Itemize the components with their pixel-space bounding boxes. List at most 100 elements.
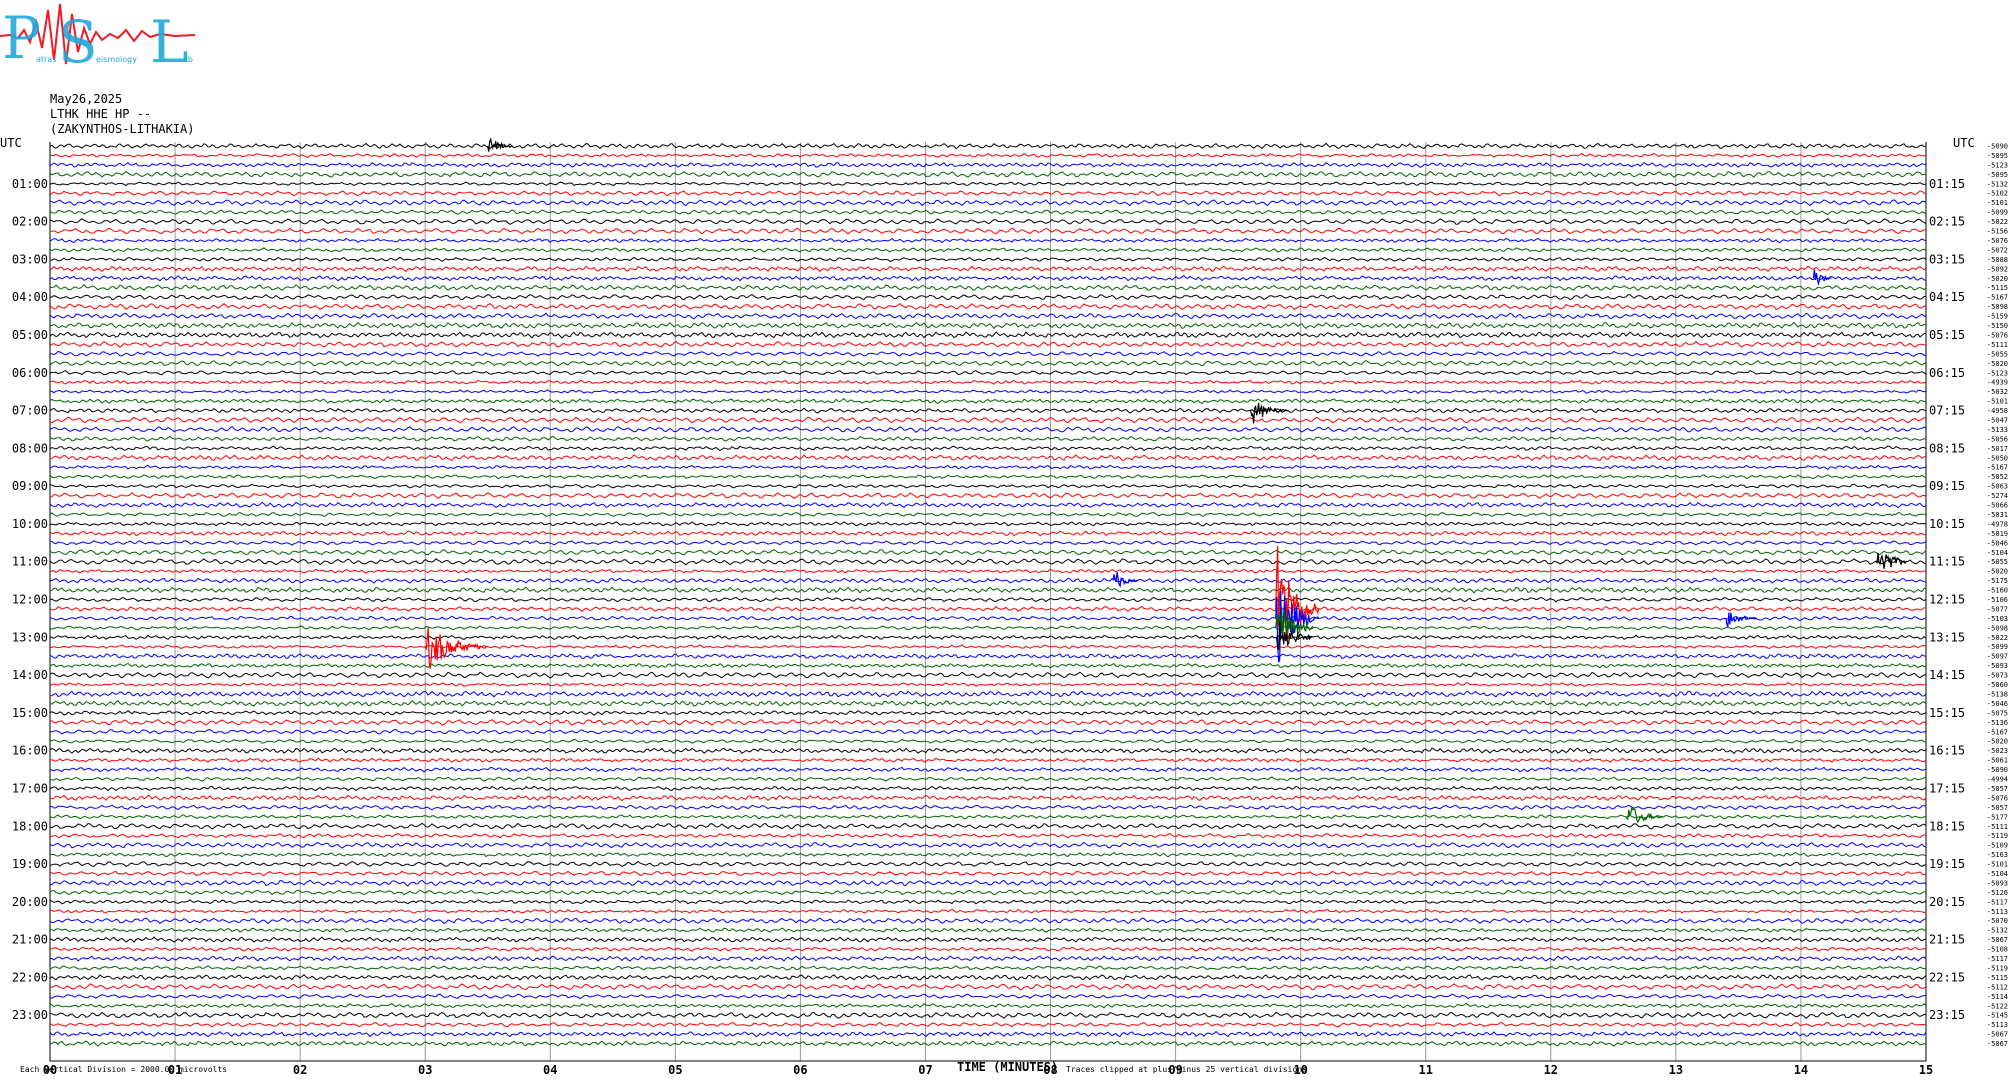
right-hour-label: 11:15 — [1929, 555, 1965, 569]
trace-line — [49, 973, 1927, 981]
trace-offset-label: -5103 — [1987, 615, 2008, 623]
trace-line — [49, 227, 1927, 235]
trace-offset-label: -5138 — [1987, 690, 2008, 698]
right-hour-label: 10:15 — [1929, 517, 1965, 531]
trace-offset-label: -5150 — [1987, 322, 2008, 330]
trace-line — [49, 265, 1927, 273]
right-hour-label: 04:15 — [1929, 290, 1965, 304]
trace-line — [49, 284, 1927, 292]
trace-offset-label: -5115 — [1987, 284, 2008, 292]
trace-group — [49, 142, 1927, 1047]
trace-line — [49, 757, 1927, 763]
trace-offset-label: -5274 — [1987, 492, 2008, 500]
trace-line — [49, 1040, 1927, 1047]
trace-line — [49, 501, 1927, 509]
trace-offset-label: -5113 — [1987, 1021, 2008, 1029]
trace-offset-label: -5167 — [1987, 464, 2008, 472]
trace-offset-label: -5050 — [1987, 454, 2008, 462]
trace-line — [49, 671, 1927, 679]
trace-offset-label: -5046 — [1987, 539, 2008, 547]
trace-offset-label: -5072 — [1987, 246, 2008, 254]
trace-line — [49, 917, 1927, 925]
footer-left: Each Vertical Division = 2000.00 microvo… — [20, 1065, 227, 1074]
trace-line — [49, 256, 1927, 262]
trace-offset-label: -5113 — [1987, 908, 2008, 916]
trace-line — [49, 511, 1927, 517]
minute-grid — [49, 142, 1927, 1062]
trace-offset-label: -5123 — [1987, 369, 2008, 377]
trace-offset-label: -5099 — [1987, 209, 2008, 217]
trace-line — [49, 170, 1927, 178]
trace-offset-label: -5052 — [1987, 473, 2008, 481]
trace-offset-label: -5056 — [1987, 435, 2008, 443]
trace-line — [49, 1021, 1927, 1028]
trace-line — [49, 474, 1927, 480]
right-hour-label: 21:15 — [1929, 933, 1965, 947]
trace-line — [49, 360, 1927, 367]
trace-offset-label: -5132 — [1987, 180, 2008, 188]
trace-line — [49, 312, 1927, 320]
trace-offset-label: -5093 — [1987, 662, 2008, 670]
event-burst — [1812, 269, 1832, 286]
trace-line — [49, 1030, 1927, 1038]
trace-offset-label: -5066 — [1987, 502, 2008, 510]
trace-offset-label: -4939 — [1987, 379, 2008, 387]
trace-line — [49, 218, 1927, 225]
x-tick-label: 13 — [1669, 1063, 1683, 1077]
trace-line — [49, 558, 1927, 566]
right-hour-label: 14:15 — [1929, 668, 1965, 682]
trace-line — [49, 822, 1927, 830]
trace-line — [49, 605, 1926, 613]
helicorder-chart: 00 01 02 03 04 05 06 07 08 09 10 11 12 13 14 1501:0002:… — [0, 136, 2008, 1077]
trace-offset-label: -5175 — [1987, 577, 2008, 585]
trace-line — [49, 454, 1927, 462]
x-tick-label: 02 — [293, 1063, 307, 1077]
trace-line — [49, 492, 1927, 499]
trace-offset-label: -5102 — [1987, 190, 2008, 198]
trace-line — [49, 568, 1927, 574]
trace-line — [49, 577, 1927, 584]
trace-line — [49, 247, 1927, 253]
trace-line — [49, 860, 1927, 867]
trace-offset-label: -5101 — [1987, 861, 2008, 869]
trace-offset-label: -5090 — [1987, 766, 2008, 774]
trace-line — [49, 161, 1927, 168]
right-hour-label: 19:15 — [1929, 857, 1965, 871]
trace-line — [49, 237, 1927, 244]
trace-offset-label: -5073 — [1987, 672, 2008, 680]
trace-offset-label: -4978 — [1987, 520, 2008, 528]
left-hour-label: 14:00 — [12, 668, 48, 682]
trace-offset-label: -5075 — [1987, 709, 2008, 717]
trace-line — [49, 152, 1927, 158]
right-hour-label: 17:15 — [1929, 781, 1965, 795]
left-hour-label: 07:00 — [12, 404, 48, 418]
x-tick-label: 12 — [1544, 1063, 1558, 1077]
trace-line — [49, 927, 1927, 933]
trace-line — [49, 804, 1927, 811]
x-tick-label: 11 — [1419, 1063, 1433, 1077]
left-hour-label: 11:00 — [12, 555, 48, 569]
trace-offset-label: -5093 — [1987, 879, 2008, 887]
trace-offset-label: -5101 — [1987, 199, 2008, 207]
trace-offset-label: -5106 — [1987, 596, 2008, 604]
trace-line — [49, 426, 1927, 433]
right-hour-label: 05:15 — [1929, 328, 1965, 342]
right-hour-label: 15:15 — [1929, 706, 1965, 720]
trace-offset-label: -5117 — [1987, 955, 2008, 963]
event-burst — [1112, 572, 1139, 588]
trace-offset-label: -5076 — [1987, 794, 2008, 802]
trace-offset-label: -5022 — [1987, 634, 2008, 642]
trace-line — [49, 389, 1927, 395]
trace-offset-label: -5115 — [1987, 974, 2008, 982]
trace-offset-label: -5145 — [1987, 1012, 2008, 1020]
trace-offset-label: -5031 — [1987, 511, 2008, 519]
trace-offset-label: -5046 — [1987, 700, 2008, 708]
right-hour-label: 01:15 — [1929, 177, 1965, 191]
trace-offset-label: -5092 — [1987, 265, 2008, 273]
trace-line — [49, 644, 1927, 650]
trace-offset-label: -5104 — [1987, 549, 2008, 557]
right-hour-label: 18:15 — [1929, 819, 1965, 833]
trace-line — [49, 653, 1927, 660]
trace-offset-label: -5111 — [1987, 341, 2008, 349]
trace-offset-label: -5055 — [1987, 558, 2008, 566]
